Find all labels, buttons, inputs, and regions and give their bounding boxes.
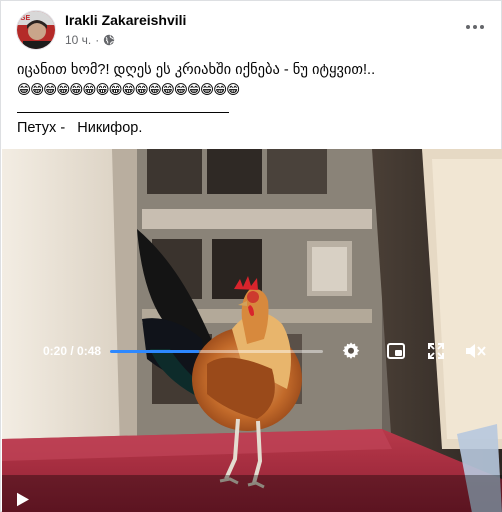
facebook-post: GE Irakli Zakareishvili 10 ч. · იცანით ხ… [0, 0, 502, 512]
video-progress-bar[interactable] [110, 350, 323, 353]
settings-icon[interactable] [342, 342, 360, 360]
video-player[interactable]: 0:20 / 0:48 [2, 149, 502, 512]
post-text-line: იცანით ხომ?! დღეს ეს კრიახში იქნება - ნუ… [17, 62, 376, 78]
more-options-icon[interactable] [461, 13, 489, 41]
post-time[interactable]: 10 ч. [65, 33, 91, 47]
emoji-row: 😁😁😁😁😁😁😁😁😁😁😁😁😁😁😁😁😁 [17, 82, 240, 97]
author-name[interactable]: Irakli Zakareishvili [65, 12, 186, 28]
avatar-photo: GE [17, 11, 55, 49]
post-body: იცანით ხომ?! დღეს ეს კრიახში იქნება - ნუ… [17, 61, 487, 99]
video-duration: 0:48 [77, 344, 102, 358]
author-avatar[interactable]: GE [16, 10, 56, 50]
fullscreen-icon[interactable] [428, 343, 444, 359]
video-time: 0:20 / 0:48 [43, 344, 101, 358]
text-separator-line [17, 112, 229, 113]
meta-dot: · [95, 33, 100, 47]
play-icon[interactable] [16, 492, 30, 507]
post-caption: Петух - Никифор. [17, 120, 143, 136]
video-time-separator: / [67, 344, 78, 358]
video-progress-fill [110, 350, 199, 353]
post-meta: 10 ч. · [65, 33, 115, 47]
globe-icon[interactable] [103, 34, 115, 46]
svg-text:GE: GE [20, 15, 30, 22]
video-current-time: 0:20 [43, 344, 68, 358]
video-frame [2, 149, 502, 512]
picture-in-picture-icon[interactable] [387, 343, 405, 359]
volume-icon[interactable] [465, 343, 487, 359]
post-header: GE Irakli Zakareishvili 10 ч. · [1, 1, 502, 57]
